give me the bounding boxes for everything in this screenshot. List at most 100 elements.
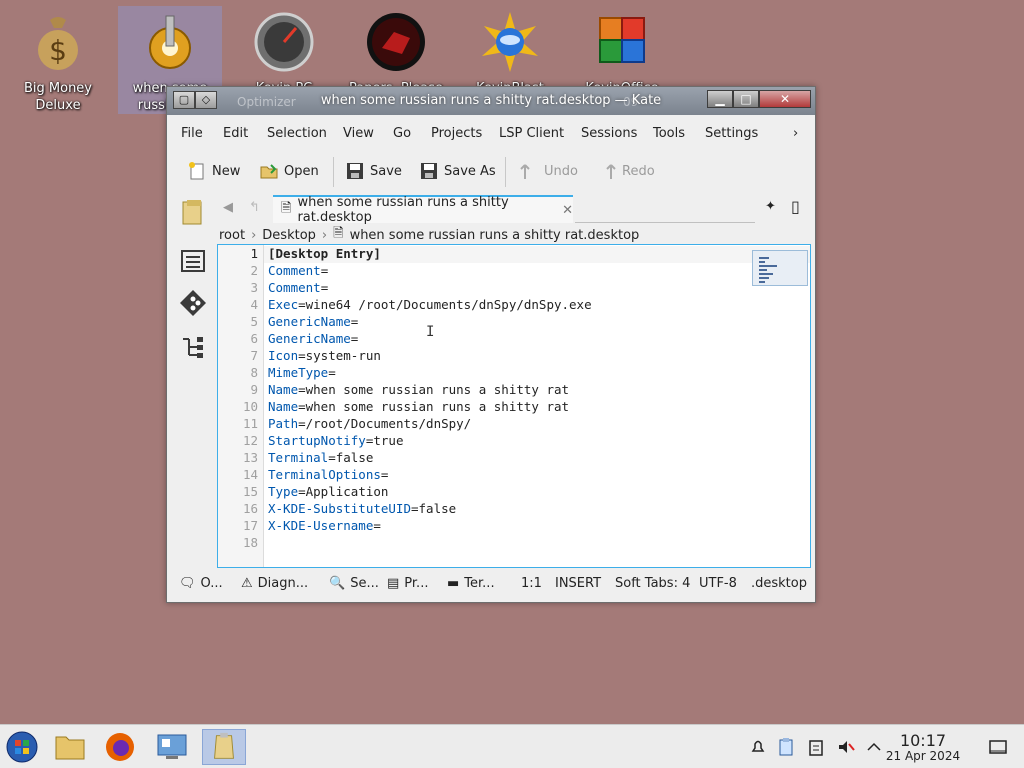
desktop-entry-key: Name xyxy=(268,399,299,414)
desktop-entry-key: StartupNotify xyxy=(268,433,366,448)
line-number: 14 xyxy=(242,467,258,482)
search-icon: 🔍 xyxy=(329,576,346,591)
close-button[interactable]: ✕ xyxy=(759,90,811,108)
open-button[interactable]: Open xyxy=(259,159,319,183)
menu-selection[interactable]: Selection xyxy=(267,126,327,141)
input-mode[interactable]: INSERT xyxy=(555,576,601,591)
desktop-icon-kevin-pc[interactable]: Kevin PC xyxy=(232,6,336,97)
title-bar[interactable]: ▢ ◇ Optimizer 09 when some russian runs … xyxy=(167,87,815,115)
minimap[interactable] xyxy=(752,250,808,286)
maximize-button[interactable]: □ xyxy=(733,90,759,108)
projects-icon: ▤ xyxy=(387,576,400,591)
undo-button[interactable]: Undo xyxy=(519,159,578,183)
code-line: Terminal=false xyxy=(268,450,373,465)
redo-button[interactable]: Redo xyxy=(597,159,655,183)
text-file-icon: 🗎 xyxy=(281,201,292,216)
speedometer-icon xyxy=(254,12,314,72)
code-line: Icon=system-run xyxy=(268,348,381,363)
encoding-setting[interactable]: UTF-8 xyxy=(699,576,737,591)
desktop-entry-value: = xyxy=(328,365,336,380)
documents-folder-icon[interactable] xyxy=(179,199,207,227)
file-manager-icon[interactable] xyxy=(48,729,92,765)
start-menu-orb-icon[interactable] xyxy=(0,729,44,765)
cursor-position[interactable]: 1:1 xyxy=(521,576,542,591)
menu-settings[interactable]: Settings xyxy=(705,126,758,141)
text-file-icon: 🗎 xyxy=(333,226,344,241)
file-type-setting[interactable]: .desktop xyxy=(751,576,807,591)
desktop-entry-value: =when some russian runs a shitty rat xyxy=(298,399,570,414)
line-number: 15 xyxy=(242,484,258,499)
line-number-gutter: 1 2 3 4 5 6 7 8 9 10 11 12 13 14 15 16 17 18 xyxy=(218,245,264,567)
diagnostics-toggle[interactable]: ⚠ Diagn... xyxy=(241,576,308,591)
status-diagnostics-label: Diagn... xyxy=(257,576,309,591)
menu-edit[interactable]: Edit xyxy=(223,126,248,141)
main-toolbar: New Open Save Save As Undo Redo xyxy=(181,153,801,189)
chat-bubble-icon: 🗨 xyxy=(179,576,196,591)
office-icon xyxy=(599,17,645,63)
split-view-icon[interactable]: ▯ xyxy=(791,197,800,216)
status-terminal-label: Ter... xyxy=(464,576,495,591)
menu-file[interactable]: File xyxy=(181,126,203,141)
breadcrumb-file[interactable]: when some russian runs a shitty rat.desk… xyxy=(350,228,640,243)
desktop-entry-value: =true xyxy=(365,433,404,448)
tab-bar-line xyxy=(575,222,755,223)
menu-tools[interactable]: Tools xyxy=(653,126,685,141)
save-button[interactable]: Save xyxy=(345,159,402,183)
code-line: Path=/root/Documents/dnSpy/ xyxy=(268,416,471,431)
desktop-entry-key: X-KDE-SubstituteUID xyxy=(268,501,411,516)
git-icon[interactable] xyxy=(179,289,207,317)
menu-projects[interactable]: Projects xyxy=(431,126,482,141)
terminal-toggle[interactable]: ▬ Ter... xyxy=(447,576,495,591)
clipboard-icon[interactable] xyxy=(806,737,826,757)
menu-lsp-client[interactable]: LSP Client xyxy=(499,126,564,141)
indentation-setting[interactable]: Soft Tabs: 4 xyxy=(615,576,690,591)
kate-taskbar-icon[interactable] xyxy=(202,729,246,765)
show-desktop-icon[interactable] xyxy=(988,737,1008,757)
save-as-button-label: Save As xyxy=(444,163,496,179)
menu-bar: File Edit Selection View Go Projects LSP… xyxy=(173,121,809,147)
menu-overflow-button[interactable]: › xyxy=(793,126,798,141)
firefox-icon[interactable] xyxy=(98,729,142,765)
line-number: 18 xyxy=(242,535,258,550)
desktop-icon-kevinoffice[interactable]: KevinOffice xyxy=(570,6,674,97)
tab-label: when some russian runs a shitty rat.desk… xyxy=(297,195,509,225)
document-list-icon[interactable] xyxy=(179,247,207,275)
minimize-button[interactable]: ▁ xyxy=(707,90,733,108)
menu-view[interactable]: View xyxy=(343,126,374,141)
text-editor[interactable]: 1 2 3 4 5 6 7 8 9 10 11 12 13 14 15 16 17 18 I [Desktop E… xyxy=(217,244,811,568)
clock-time: 10:17 xyxy=(899,731,947,750)
menu-go[interactable]: Go xyxy=(393,126,411,141)
projects-toggle[interactable]: ▤ Pr... xyxy=(387,576,428,591)
close-tab-icon[interactable]: ✕ xyxy=(562,203,573,218)
status-bar: 🗨 O... ⚠ Diagn... 🔍 Se... ▤ Pr... ▬ Ter... 1:… xyxy=(173,571,809,597)
output-toggle[interactable]: 🗨 O... xyxy=(179,576,223,591)
desktop-icon-kevinblast[interactable]: KevinBlast xyxy=(458,6,562,97)
breadcrumb-desktop[interactable]: Desktop xyxy=(262,228,316,243)
clock[interactable]: 10:17 21 Apr 2024 xyxy=(880,732,966,763)
desktop-entry-key: Type xyxy=(268,484,299,499)
new-tab-icon[interactable]: ✦ xyxy=(765,199,776,214)
line-number: 9 xyxy=(250,382,258,397)
system-settings-icon[interactable] xyxy=(150,729,194,765)
new-button[interactable]: New xyxy=(187,159,240,183)
menu-sessions[interactable]: Sessions xyxy=(581,126,637,141)
desktop-icon-papers-please[interactable]: Papers, Please xyxy=(344,6,448,97)
breadcrumb-root[interactable]: root xyxy=(219,228,245,243)
notifications-bell-icon[interactable] xyxy=(748,737,768,757)
taskbar: 10:17 21 Apr 2024 xyxy=(0,724,1024,768)
line-number: 2 xyxy=(250,263,258,278)
open-folder-icon xyxy=(260,164,278,179)
toolbar-separator xyxy=(333,157,334,187)
symbol-tree-icon[interactable] xyxy=(179,333,207,361)
tab-document[interactable]: 🗎 when some russian runs a shitty rat.de… xyxy=(273,195,573,225)
kevinblast-icon xyxy=(482,12,538,72)
desktop-icon-big-money[interactable]: $ Big Money Deluxe xyxy=(6,6,110,114)
volume-muted-icon[interactable] xyxy=(836,737,856,757)
desktop-entry-value: =wine64 /root/Documents/dnSpy/dnSpy.exe xyxy=(298,297,592,312)
forward-arrow-icon[interactable]: ↰ xyxy=(249,200,260,215)
back-arrow-icon[interactable]: ◀ xyxy=(223,200,233,215)
save-as-button[interactable]: Save As xyxy=(419,159,496,183)
clipboard-tray-icon[interactable] xyxy=(776,737,796,757)
search-toggle[interactable]: 🔍 Se... xyxy=(329,576,379,591)
desktop-entry-key: Name xyxy=(268,382,299,397)
